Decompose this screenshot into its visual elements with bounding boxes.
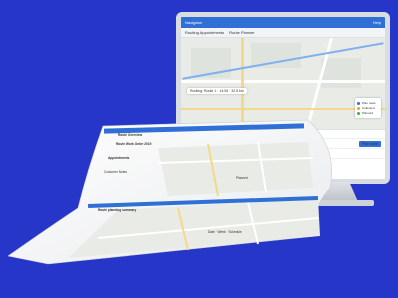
legend-item: Planned: [357, 111, 379, 115]
legend-item: Collected: [357, 106, 379, 110]
sheet-footer: Date · Week · Schedule: [208, 230, 242, 234]
tab-routing[interactable]: Routing Appointments: [185, 30, 224, 35]
route-chip[interactable]: Routing: Route 1 · 14:06 · 32.5 km: [187, 88, 247, 94]
status-badge: Planned: [236, 176, 248, 180]
app-title: Navigator: [185, 20, 203, 25]
tab-route-planner[interactable]: Route Planner: [229, 30, 255, 35]
scene: Navigator Help Routing Appointments Rout…: [0, 0, 398, 298]
printout-sheet: Route Overview Route Work Order 2019 App…: [8, 118, 348, 270]
sheet-section-title: Customer Notes: [104, 170, 128, 174]
plan-route-button[interactable]: Plan route: [359, 140, 381, 147]
sheet-header: Route Overview: [118, 133, 143, 137]
help-link[interactable]: Help: [373, 20, 381, 25]
legend-item: Plan route: [357, 101, 379, 105]
sheet-bottom-title: Route planning summary: [98, 208, 137, 212]
sheet-shape: [8, 119, 332, 265]
map-legend: Plan route Collected Planned: [355, 98, 381, 118]
sheet-section-title: Appointments: [108, 156, 130, 160]
app-header: Navigator Help: [181, 17, 385, 28]
sheet-section-title: Route Work Order 2019: [116, 142, 152, 146]
tab-bar: Routing Appointments Route Planner: [181, 28, 385, 38]
